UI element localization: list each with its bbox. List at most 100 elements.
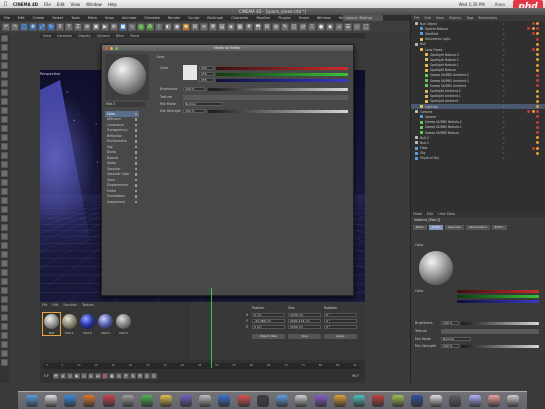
dock-app-icon[interactable]: [64, 394, 77, 407]
menubar-app-name[interactable]: CINEMA 4D: [13, 2, 38, 7]
dock-app-icon[interactable]: [237, 394, 250, 407]
green-slider[interactable]: [216, 73, 348, 76]
visibility-check-icon[interactable]: ✓: [502, 84, 505, 88]
dock-app-icon[interactable]: [25, 394, 38, 407]
tag-icon[interactable]: [536, 73, 539, 77]
visibility-check-icon[interactable]: ✓: [502, 99, 505, 103]
dock-app-icon[interactable]: [372, 394, 385, 407]
visibility-check-icon[interactable]: ✓: [502, 136, 505, 140]
visibility-check-icon[interactable]: ✓: [502, 125, 505, 129]
edges-mode-icon[interactable]: [1, 80, 8, 87]
bevel-tool-icon[interactable]: [1, 206, 8, 213]
picture-viewer-icon[interactable]: ▭: [353, 23, 361, 31]
play-icon[interactable]: ▶: [73, 373, 80, 379]
tag-icon[interactable]: [536, 63, 539, 67]
record-icon[interactable]: ●: [101, 373, 108, 379]
attr-texture-slot[interactable]: [441, 329, 539, 334]
tag-icon[interactable]: [531, 110, 535, 114]
viewport-menu-display[interactable]: Display: [78, 34, 91, 38]
move-icon[interactable]: ✥: [29, 23, 37, 31]
tag-icon[interactable]: [536, 120, 539, 124]
center-tool-icon[interactable]: [1, 341, 8, 348]
coord-size-field[interactable]: 1030 cm: [288, 313, 321, 317]
tag-icon[interactable]: [536, 110, 539, 114]
uv-icon[interactable]: ◫: [290, 23, 298, 31]
attr-mix-mode-select[interactable]: Normal: [441, 337, 471, 341]
dock-app-icon[interactable]: [353, 394, 366, 407]
channel-checkbox[interactable]: [134, 162, 137, 165]
redo-icon[interactable]: ↷: [11, 23, 19, 31]
visibility-check-icon[interactable]: ✓: [502, 79, 505, 83]
visibility-check-icon[interactable]: ✓: [502, 58, 505, 62]
layer-mode-icon[interactable]: [1, 161, 8, 168]
material-icon[interactable]: ●: [317, 23, 325, 31]
sculpt-icon[interactable]: ◍: [272, 23, 280, 31]
dock-app-icon[interactable]: [314, 394, 327, 407]
green-field[interactable]: 255: [199, 72, 214, 76]
tag-icon[interactable]: [536, 68, 539, 72]
tag-icon[interactable]: [536, 32, 539, 36]
tag-icon[interactable]: [536, 105, 539, 109]
blue-field[interactable]: 255: [199, 78, 214, 82]
dock-app-icon[interactable]: [507, 394, 520, 407]
channel-checkbox[interactable]: [134, 184, 137, 187]
current-frame-field[interactable]: 0 F: [44, 374, 49, 378]
channel-checkbox[interactable]: [134, 112, 137, 115]
render-view-icon[interactable]: ▶: [101, 23, 109, 31]
tag-icon[interactable]: [536, 136, 539, 140]
mix-strength-field[interactable]: 100 %: [183, 109, 205, 113]
tag-icon[interactable]: [536, 99, 539, 103]
spline-icon[interactable]: ∿: [128, 23, 136, 31]
param-key-icon[interactable]: ◊: [143, 373, 150, 379]
coord-pos-field[interactable]: 0 cm: [252, 313, 285, 317]
visibility-check-icon[interactable]: ✓: [502, 94, 505, 98]
visibility-check-icon[interactable]: ✓: [502, 110, 505, 114]
nurbs-icon[interactable]: ◎: [137, 23, 145, 31]
brightness-slider[interactable]: [208, 88, 348, 91]
app-menu-sculpt[interactable]: Sculpt: [188, 16, 199, 20]
sculpt-mode-icon[interactable]: [1, 179, 8, 186]
uv-mode-icon[interactable]: [1, 98, 8, 105]
dock-app-icon[interactable]: [160, 394, 173, 407]
next-key-icon[interactable]: ▸: [87, 373, 94, 379]
quad-view-icon[interactable]: ⊞: [263, 23, 271, 31]
visibility-check-icon[interactable]: ✓: [502, 48, 505, 52]
pos-key-icon[interactable]: P: [122, 373, 129, 379]
channel-checkbox[interactable]: [134, 140, 137, 143]
attr-tab-basic[interactable]: Basic: [413, 224, 427, 230]
dock-app-icon[interactable]: [218, 394, 231, 407]
cut-tool-icon[interactable]: [1, 269, 8, 276]
mat-menu-function[interactable]: Function: [64, 303, 78, 307]
tag-icon[interactable]: [536, 146, 539, 150]
attr-menu-edit[interactable]: Edit: [427, 212, 433, 216]
viewport-menu-cameras[interactable]: Cameras: [57, 34, 72, 38]
viewport-menu-panel[interactable]: Panel: [130, 34, 139, 38]
layout-icon[interactable]: ▤: [218, 23, 226, 31]
apply-button[interactable]: Apply: [324, 334, 357, 339]
dock-app-icon[interactable]: [391, 394, 404, 407]
attr-menu-user-data[interactable]: User Data: [438, 212, 454, 216]
tag-icon[interactable]: [536, 48, 539, 52]
fullscreen-icon[interactable]: ⛶: [362, 23, 370, 31]
dock-app-icon[interactable]: [199, 394, 212, 407]
visibility-check-icon[interactable]: ✓: [502, 32, 505, 36]
mograph-icon[interactable]: ⊞: [191, 23, 199, 31]
knife-tool-icon[interactable]: [1, 197, 8, 204]
visibility-check-icon[interactable]: ✓: [502, 141, 505, 145]
coord-system-icon[interactable]: ⊕: [83, 23, 91, 31]
channel-checkbox[interactable]: [134, 178, 137, 181]
dock-app-icon[interactable]: [121, 394, 134, 407]
subdivide-tool-icon[interactable]: [1, 305, 8, 312]
dock-app-icon[interactable]: [410, 394, 423, 407]
xref-icon[interactable]: ⇄: [299, 23, 307, 31]
stitch-tool-icon[interactable]: [1, 359, 8, 366]
object-row[interactable]: Physical Sky ✓: [411, 156, 545, 161]
dock-app-icon[interactable]: [488, 394, 500, 407]
polygon-pen-icon[interactable]: [1, 350, 8, 357]
color-swatch[interactable]: [183, 65, 197, 80]
menubar-clock[interactable]: Wed 1:30 PM: [459, 2, 485, 7]
rotate-icon[interactable]: ↻: [47, 23, 55, 31]
attr-red-slider[interactable]: [457, 290, 539, 293]
app-menu-mesh[interactable]: Mesh: [88, 16, 97, 20]
coord-pos-field[interactable]: -44.386 cm: [252, 319, 285, 323]
